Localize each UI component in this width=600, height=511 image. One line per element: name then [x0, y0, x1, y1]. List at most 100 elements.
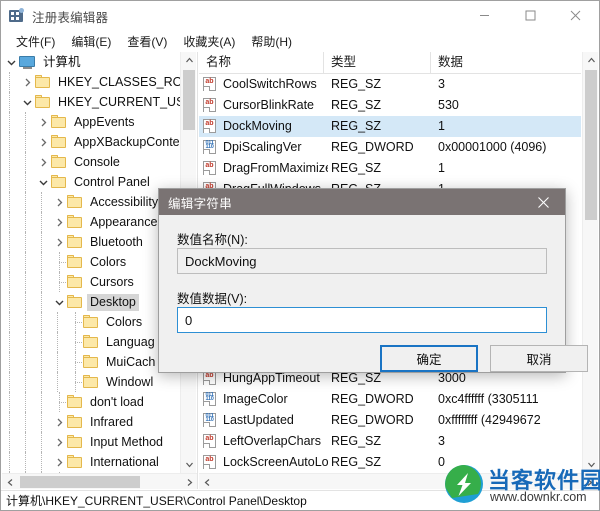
column-header-name[interactable]: 名称 [199, 52, 324, 73]
list-scroll-left-icon[interactable] [199, 474, 216, 489]
chevron-right-icon[interactable] [52, 192, 67, 212]
list-scroll-up-icon[interactable] [583, 52, 598, 69]
cancel-button[interactable]: 取消 [490, 345, 588, 372]
folder-icon [67, 195, 83, 209]
tree-horizontal-scrollbar[interactable] [2, 473, 197, 489]
tree-item-colors[interactable]: Colors [2, 252, 181, 272]
table-row[interactable]: ab CursorBlinkRate REG_SZ 530 [199, 95, 581, 116]
tree-item-input-method[interactable]: Input Method [2, 432, 181, 452]
chevron-right-icon[interactable] [36, 152, 51, 172]
tree-vertical-scroll-thumb[interactable] [183, 70, 195, 130]
list-vertical-scrollbar[interactable] [582, 52, 598, 473]
cell-value-data: 3 [438, 77, 445, 91]
tree-scroll-left-icon[interactable] [2, 474, 19, 489]
tree-scroll-down-icon[interactable] [181, 456, 197, 473]
tree-item-label: Colors [106, 314, 143, 329]
tree-item-label: Bluetooth [90, 234, 143, 249]
table-row[interactable]: ab LeftOverlapChars REG_SZ 3 [199, 431, 581, 452]
list-horizontal-scrollbar[interactable] [199, 473, 598, 489]
chevron-right-icon[interactable] [52, 432, 67, 452]
cell-value-type: REG_SZ [331, 455, 382, 469]
value-name-input[interactable]: DockMoving [177, 248, 547, 274]
cell-value-type: REG_DWORD [331, 392, 414, 406]
tree-item-hkey-classes-root[interactable]: HKEY_CLASSES_ROOT [2, 72, 181, 92]
menu-edit[interactable]: 编辑(E) [63, 31, 119, 53]
cell-value-data: 0x00001000 (4096) [438, 140, 547, 154]
tree-item-label: Accessibility [90, 194, 159, 209]
tree-guide-spacer [52, 252, 67, 272]
tree-item-console[interactable]: Console [2, 152, 181, 172]
cell-value-data: 0xffffffff (42949672 [438, 413, 541, 427]
cell-value-type: REG_DWORD [331, 413, 414, 427]
column-header-type[interactable]: 类型 [324, 52, 431, 73]
dialog-close-button[interactable] [521, 189, 565, 215]
tree-item-languag[interactable]: Languag [2, 332, 181, 352]
tree-item-label: Console [74, 154, 120, 169]
chevron-right-icon[interactable] [52, 212, 67, 232]
tree-item-windowl[interactable]: Windowl [2, 372, 181, 392]
menu-view[interactable]: 查看(V) [119, 31, 175, 53]
chevron-right-icon[interactable] [36, 112, 51, 132]
chevron-right-icon[interactable] [36, 132, 51, 152]
tree-item-muicach[interactable]: MuiCach [2, 352, 181, 372]
tree-scroll-right-icon[interactable] [181, 474, 197, 489]
chevron-down-icon[interactable] [4, 52, 19, 72]
list-scroll-right-icon[interactable] [581, 474, 598, 489]
tree-item-appearance[interactable]: Appearance [2, 212, 181, 232]
tree-item-don-t-load[interactable]: don't load [2, 392, 181, 412]
column-header-data[interactable]: 数据 [431, 52, 581, 73]
edit-string-dialog: 编辑字符串 数值名称(N): DockMoving 数值数据(V): 0 确定 … [158, 188, 588, 373]
tree-item-[interactable]: 计算机 [2, 52, 181, 72]
chevron-down-icon[interactable] [20, 92, 35, 112]
table-row[interactable]: 011 110 ImageColor REG_DWORD 0xc4ffffff (330… [199, 389, 581, 410]
chevron-right-icon[interactable] [52, 232, 67, 252]
tree-item-infrared[interactable]: Infrared [2, 412, 181, 432]
tree-scroll-up-icon[interactable] [181, 52, 197, 69]
table-row[interactable]: ab DragFromMaximize REG_SZ 1 [199, 158, 581, 179]
cell-value-name: ImageColor [223, 392, 288, 406]
menu-help[interactable]: 帮助(H) [243, 31, 300, 53]
tree-guide-spacer [68, 352, 83, 372]
cell-value-name: LeftOverlapChars [223, 434, 321, 448]
minimize-button[interactable] [462, 1, 507, 30]
menu-file[interactable]: 文件(F) [8, 31, 63, 53]
chevron-down-icon[interactable] [52, 292, 67, 312]
tree-item-label: Windowl [106, 374, 154, 389]
string-value-icon: ab [203, 434, 218, 449]
chevron-down-icon[interactable] [36, 172, 51, 192]
maximize-button[interactable] [508, 1, 553, 30]
tree-item-hkey-current-user[interactable]: HKEY_CURRENT_USER [2, 92, 181, 112]
tree-item-appevents[interactable]: AppEvents [2, 112, 181, 132]
tree-item-colors[interactable]: Colors [2, 312, 181, 332]
tree-item-label: International [90, 454, 159, 469]
list-vertical-scroll-thumb[interactable] [585, 70, 597, 220]
chevron-right-icon[interactable] [20, 72, 35, 92]
value-data-input[interactable]: 0 [177, 307, 547, 333]
string-value-icon: ab [203, 77, 218, 92]
folder-icon [67, 235, 83, 249]
table-row[interactable]: ab CoolSwitchRows REG_SZ 3 [199, 74, 581, 95]
tree-item-control-panel[interactable]: Control Panel [2, 172, 181, 192]
menu-favorites[interactable]: 收藏夹(A) [175, 31, 243, 53]
chevron-right-icon[interactable] [52, 412, 67, 432]
chevron-right-icon[interactable] [52, 452, 67, 472]
tree-horizontal-scroll-thumb[interactable] [20, 476, 140, 488]
table-row[interactable]: 011 110 LastUpdated REG_DWORD 0xffffffff (42… [199, 410, 581, 431]
tree-item-bluetooth[interactable]: Bluetooth [2, 232, 181, 252]
registry-tree[interactable]: 计算机 HKEY_CLASSES_ROOT HKEY_CURRENT_USER App… [2, 52, 181, 473]
tree-item-cursors[interactable]: Cursors [2, 272, 181, 292]
close-button[interactable] [553, 1, 598, 30]
tree-item-international[interactable]: International [2, 452, 181, 472]
tree-item-label: Infrared [90, 414, 134, 429]
string-value-icon: ab [203, 371, 218, 386]
tree-item-appxbackupconter[interactable]: AppXBackupConter [2, 132, 181, 152]
folder-icon [67, 395, 83, 409]
ok-button[interactable]: 确定 [380, 345, 478, 372]
tree-item-desktop[interactable]: Desktop [2, 292, 181, 312]
table-row[interactable]: ab LockScreenAutoLockActiveREG_SZ 0 [199, 452, 581, 473]
list-column-headers: 名称 类型 数据 [199, 52, 581, 74]
list-scroll-down-icon[interactable] [583, 456, 598, 473]
tree-item-accessibility[interactable]: Accessibility [2, 192, 181, 212]
table-row[interactable]: ab DockMoving REG_SZ 1 [199, 116, 581, 137]
table-row[interactable]: 011 110 DpiScalingVer REG_DWORD 0x00001000 (… [199, 137, 581, 158]
